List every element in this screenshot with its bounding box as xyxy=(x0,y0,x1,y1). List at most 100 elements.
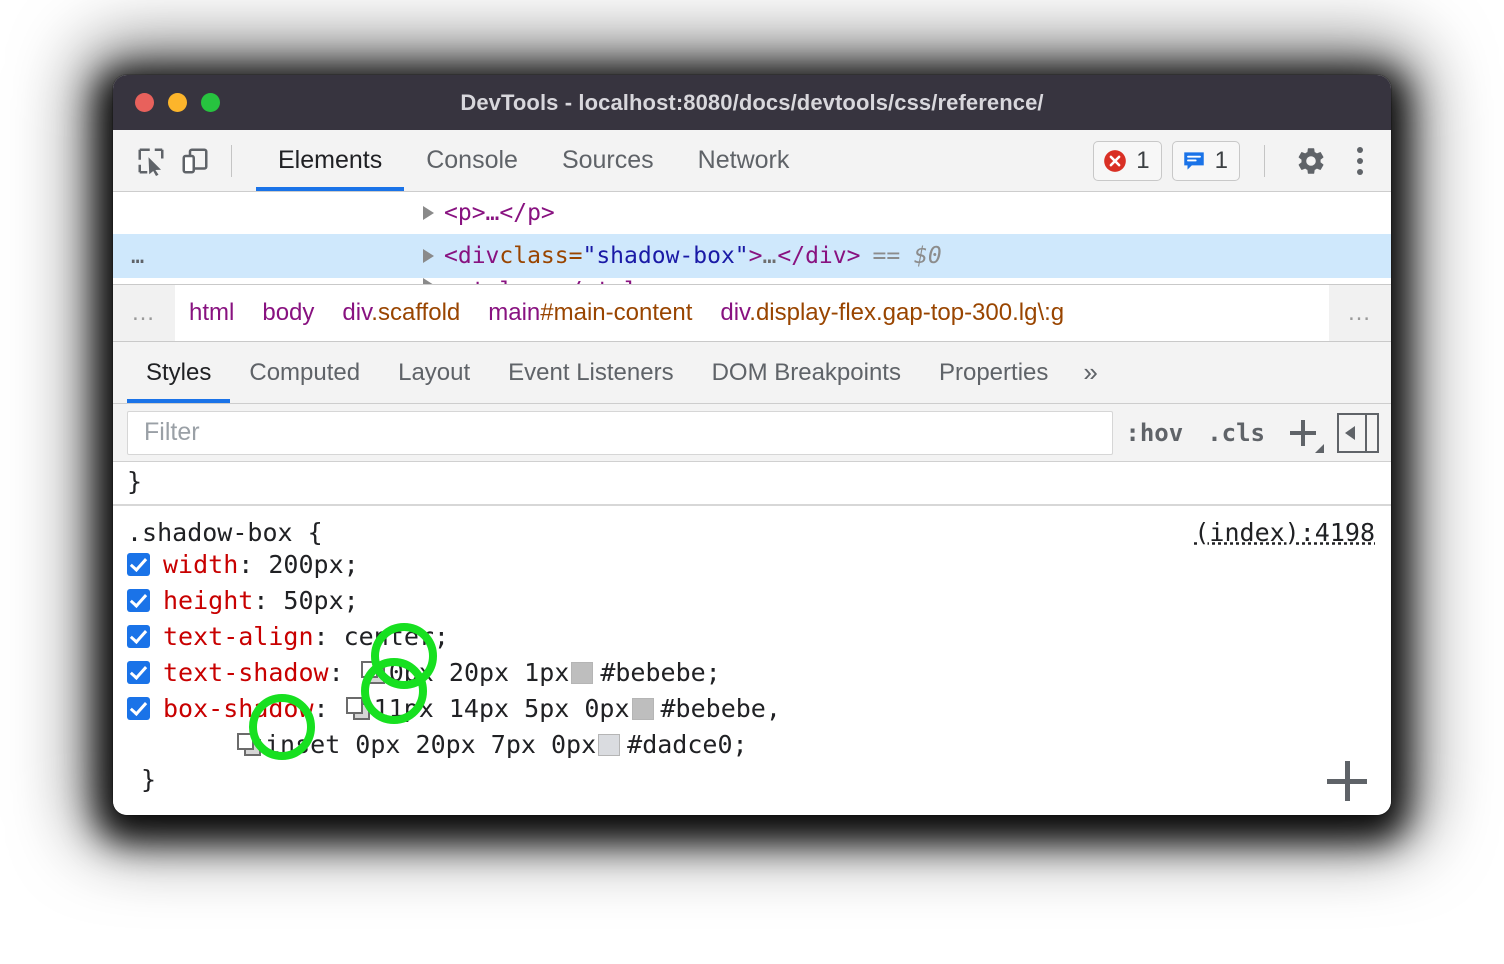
inspect-element-button[interactable] xyxy=(129,139,173,183)
dom-tree-row-p[interactable]: <p>…</p> xyxy=(113,192,1391,234)
declaration-width-value[interactable]: 200px; xyxy=(268,550,358,579)
dom-row-partial-text: <style>…</styl xyxy=(444,278,638,285)
breadcrumb-item-html[interactable]: html xyxy=(175,299,248,327)
maximize-window-button[interactable] xyxy=(201,93,220,112)
error-count-badge[interactable]: 1 xyxy=(1093,141,1161,181)
declaration-text-shadow-color[interactable]: #bebebe; xyxy=(600,658,720,687)
declaration-text-align-value[interactable]: center; xyxy=(344,622,449,651)
tab-properties[interactable]: Properties xyxy=(920,342,1067,403)
device-toolbar-icon xyxy=(180,146,210,176)
window-titlebar: DevTools - localhost:8080/docs/devtools/… xyxy=(113,75,1391,130)
chevron-left-icon xyxy=(1345,426,1355,440)
hover-state-button[interactable]: :hov xyxy=(1113,419,1195,447)
add-property-button[interactable] xyxy=(1327,761,1367,801)
shadow-icon-front-square xyxy=(361,661,378,678)
dom-row-p-text: <p>…</p> xyxy=(444,200,555,226)
breadcrumb-item-div-display-flex[interactable]: div.display-flex.gap-top-300.lg\:g xyxy=(706,299,1078,327)
rule-source-link[interactable]: (index):4198 xyxy=(1194,518,1375,547)
declaration-width[interactable]: width : 200px; xyxy=(127,547,1391,583)
tab-event-listeners[interactable]: Event Listeners xyxy=(489,342,692,403)
screenshot-root: DevTools - localhost:8080/docs/devtools/… xyxy=(0,0,1504,964)
breadcrumb-item-div-scaffold-tag: div xyxy=(342,299,371,326)
breadcrumb-item-div-scaffold[interactable]: div.scaffold xyxy=(328,299,474,327)
declaration-height-property[interactable]: height xyxy=(163,586,253,615)
element-classes-button[interactable]: .cls xyxy=(1195,419,1277,447)
toolbar-divider xyxy=(231,145,232,177)
declaration-height-value[interactable]: 50px; xyxy=(283,586,358,615)
minimize-window-button[interactable] xyxy=(168,93,187,112)
declaration-box-shadow[interactable]: box-shadow : 11px 14px 5px 0px #bebebe, xyxy=(127,691,1391,727)
tab-dom-breakpoints-label: DOM Breakpoints xyxy=(712,359,901,387)
box-shadow-second-color-swatch[interactable] xyxy=(598,734,620,756)
declaration-box-shadow-second-color[interactable]: #dadce0; xyxy=(627,730,747,759)
declaration-box-shadow-color[interactable]: #bebebe, xyxy=(661,694,781,723)
settings-button[interactable] xyxy=(1289,139,1333,183)
more-tabs-button[interactable]: » xyxy=(1067,342,1113,403)
tab-dom-breakpoints[interactable]: DOM Breakpoints xyxy=(693,342,920,403)
styles-filter-bar: Filter :hov .cls xyxy=(113,404,1391,462)
declaration-text-align-property[interactable]: text-align xyxy=(163,622,314,651)
declaration-height-checkbox[interactable] xyxy=(127,589,150,612)
declaration-box-shadow-second[interactable]: inset 0px 20px 7px 0px #dadce0; xyxy=(127,727,1391,763)
dom-tree-row-selected[interactable]: … <div class= "shadow-box" > … </div> ==… xyxy=(113,234,1391,278)
panel-tabs: Elements Console Sources Network xyxy=(256,130,811,191)
colon-separator: : xyxy=(329,658,359,687)
more-options-button[interactable] xyxy=(1343,141,1377,181)
dom-row-badge-ellipsis[interactable]: … xyxy=(131,244,146,269)
box-shadow-second-editor-icon[interactable] xyxy=(237,733,263,757)
declaration-width-checkbox[interactable] xyxy=(127,553,150,576)
declaration-text-shadow-value[interactable]: 0px 20px 1px xyxy=(389,658,570,687)
dom-row-attr: class= xyxy=(499,243,582,269)
expand-triangle-icon[interactable] xyxy=(423,278,434,285)
expand-triangle-icon[interactable] xyxy=(423,249,434,263)
new-style-rule-button[interactable] xyxy=(1281,411,1325,455)
filter-input[interactable]: Filter xyxy=(127,411,1113,455)
declaration-text-align-checkbox[interactable] xyxy=(127,625,150,648)
declaration-width-property[interactable]: width xyxy=(163,550,238,579)
declaration-text-align[interactable]: text-align : center; xyxy=(127,619,1391,655)
declaration-height[interactable]: height : 50px; xyxy=(127,583,1391,619)
declaration-box-shadow-second-value[interactable]: inset 0px 20px 7px 0px xyxy=(265,730,596,759)
box-shadow-color-swatch[interactable] xyxy=(632,698,654,720)
window-controls xyxy=(135,93,220,112)
text-shadow-color-swatch[interactable] xyxy=(571,662,593,684)
declaration-box-shadow-value[interactable]: 11px 14px 5px 0px xyxy=(374,694,630,723)
breadcrumb-item-body[interactable]: body xyxy=(248,299,328,327)
close-window-button[interactable] xyxy=(135,93,154,112)
breadcrumb-item-div-display-flex-class: .display-flex.gap-top-300.lg\:g xyxy=(749,299,1064,326)
rule-selector[interactable]: .shadow-box { xyxy=(127,518,323,547)
declaration-text-shadow-property[interactable]: text-shadow xyxy=(163,658,329,687)
dom-tree-row-partial[interactable]: <style>…</styl xyxy=(113,278,1391,285)
styles-pane-tabs: Styles Computed Layout Event Listeners D… xyxy=(113,342,1391,404)
dom-row-close-tag: </div> xyxy=(777,243,860,269)
tab-sources[interactable]: Sources xyxy=(540,130,676,191)
breadcrumb-item-html-label: html xyxy=(189,299,234,326)
declaration-box-shadow-property[interactable]: box-shadow xyxy=(163,694,314,723)
breadcrumb-right-ellipsis[interactable]: … xyxy=(1329,285,1391,341)
declaration-text-shadow[interactable]: text-shadow : 0px 20px 1px #bebebe; xyxy=(127,655,1391,691)
breadcrumb-item-main-content[interactable]: main#main-content xyxy=(474,299,706,327)
devtools-window: DevTools - localhost:8080/docs/devtools/… xyxy=(113,75,1391,815)
message-count-badge[interactable]: 1 xyxy=(1172,141,1240,181)
tab-layout[interactable]: Layout xyxy=(379,342,489,403)
expand-triangle-icon[interactable] xyxy=(423,206,434,220)
tab-elements[interactable]: Elements xyxy=(256,130,404,191)
message-count: 1 xyxy=(1215,149,1228,173)
declaration-box-shadow-checkbox[interactable] xyxy=(127,697,150,720)
text-shadow-editor-icon[interactable] xyxy=(361,661,387,685)
box-shadow-editor-icon[interactable] xyxy=(346,697,372,721)
tab-properties-label: Properties xyxy=(939,359,1048,387)
tab-console[interactable]: Console xyxy=(404,130,540,191)
device-toolbar-button[interactable] xyxy=(173,139,217,183)
colon-separator: : xyxy=(314,694,344,723)
tab-console-label: Console xyxy=(426,146,518,175)
tab-computed[interactable]: Computed xyxy=(230,342,379,403)
breadcrumb-left-ellipsis[interactable]: … xyxy=(113,285,175,341)
declaration-text-shadow-checkbox[interactable] xyxy=(127,661,150,684)
dom-row-gt: > xyxy=(749,243,763,269)
tab-computed-label: Computed xyxy=(249,359,360,387)
toggle-computed-sidebar-button[interactable] xyxy=(1337,413,1379,453)
tab-network[interactable]: Network xyxy=(676,130,812,191)
tab-styles[interactable]: Styles xyxy=(127,342,230,403)
tab-sources-label: Sources xyxy=(562,146,654,175)
